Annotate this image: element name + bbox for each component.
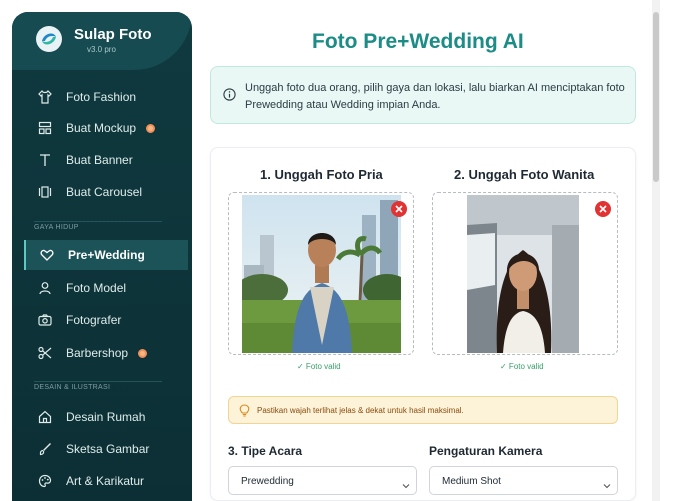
sidebar-item-label: Barbershop bbox=[66, 346, 129, 360]
close-icon bbox=[599, 205, 607, 213]
sidebar-item-fotografer[interactable]: Fotografer bbox=[24, 305, 188, 335]
sidebar-item-art-karikatur[interactable]: Art & Karikatur bbox=[24, 466, 188, 496]
chevron-down-icon bbox=[402, 477, 410, 495]
event-type-value: Prewedding bbox=[241, 476, 294, 487]
camera-settings-value: Medium Shot bbox=[442, 476, 501, 487]
sidebar-item-label: Buat Mockup bbox=[66, 121, 137, 135]
sidebar-item-pre-wedding[interactable]: Pre+Wedding bbox=[24, 240, 188, 270]
heart-icon bbox=[34, 248, 60, 262]
person-icon bbox=[32, 281, 58, 295]
camera-settings-label: Pengaturan Kamera bbox=[429, 444, 543, 458]
app-window: Sulap Foto v3.0 pro Foto Fashion Buat Mo… bbox=[0, 0, 673, 501]
male-photo-valid-status: ✓ Foto valid bbox=[297, 362, 341, 371]
chevron-down-icon bbox=[603, 477, 611, 495]
palette-icon bbox=[32, 474, 58, 488]
female-photo-preview bbox=[467, 195, 579, 353]
house-icon bbox=[32, 410, 58, 424]
camera-icon bbox=[32, 313, 58, 327]
shirt-icon bbox=[32, 90, 58, 104]
tip-banner: Pastikan wajah terlihat jelas & dekat un… bbox=[228, 396, 618, 424]
camera-settings-select[interactable]: Medium Shot bbox=[429, 466, 618, 495]
divider bbox=[34, 381, 162, 382]
sidebar-item-foto-model[interactable]: Foto Model bbox=[24, 273, 188, 303]
sidebar-item-barbershop[interactable]: Barbershop bbox=[24, 338, 188, 368]
sidebar-item-buat-mockup[interactable]: Buat Mockup bbox=[24, 113, 188, 143]
sidebar: Sulap Foto v3.0 pro Foto Fashion Buat Mo… bbox=[12, 12, 192, 501]
event-type-select[interactable]: Prewedding bbox=[228, 466, 417, 495]
page-title: Foto Pre+Wedding AI bbox=[312, 30, 524, 53]
info-banner: Unggah foto dua orang, pilih gaya dan lo… bbox=[210, 66, 636, 124]
remove-male-photo-button[interactable] bbox=[391, 201, 407, 217]
mockup-icon bbox=[32, 121, 58, 135]
scissors-icon bbox=[32, 346, 58, 360]
new-badge bbox=[138, 348, 148, 358]
section-label-gaya-hidup: GAYA HIDUP bbox=[34, 224, 79, 231]
app-logo-icon bbox=[36, 26, 62, 52]
sidebar-item-label: Desain Rumah bbox=[66, 410, 146, 424]
section-label-desain: DESAIN & ILUSTRASI bbox=[34, 384, 111, 391]
app-version: v3.0 pro bbox=[87, 45, 116, 54]
brush-icon bbox=[32, 442, 58, 456]
info-icon bbox=[223, 88, 236, 106]
upload-female-title: 2. Unggah Foto Wanita bbox=[454, 167, 595, 182]
female-photo-valid-status: ✓ Foto valid bbox=[500, 362, 544, 371]
female-photo-dropzone[interactable] bbox=[432, 192, 618, 355]
sidebar-item-label: Art & Karikatur bbox=[66, 474, 145, 488]
brand-header: Sulap Foto v3.0 pro bbox=[12, 12, 192, 70]
remove-female-photo-button[interactable] bbox=[595, 201, 611, 217]
close-icon bbox=[395, 205, 403, 213]
sidebar-item-label: Foto Fashion bbox=[66, 90, 137, 104]
sidebar-item-label: Foto Model bbox=[66, 281, 127, 295]
sidebar-item-desain-rumah[interactable]: Desain Rumah bbox=[24, 402, 188, 432]
sidebar-item-label: Fotografer bbox=[66, 313, 122, 327]
app-name: Sulap Foto bbox=[74, 26, 152, 43]
event-type-label: 3. Tipe Acara bbox=[228, 444, 303, 458]
text-icon bbox=[32, 153, 58, 167]
upload-male-title: 1. Unggah Foto Pria bbox=[260, 167, 383, 182]
sidebar-item-sketsa-gambar[interactable]: Sketsa Gambar bbox=[24, 434, 188, 464]
divider bbox=[34, 221, 162, 222]
new-badge bbox=[146, 123, 156, 133]
scrollbar-thumb[interactable] bbox=[653, 12, 659, 182]
male-photo-preview bbox=[242, 195, 401, 353]
sidebar-item-buat-carousel[interactable]: Buat Carousel bbox=[24, 177, 188, 207]
lightbulb-icon bbox=[239, 404, 250, 422]
sidebar-item-foto-fashion[interactable]: Foto Fashion bbox=[24, 82, 188, 112]
sidebar-item-label: Pre+Wedding bbox=[68, 248, 145, 262]
info-text: Unggah foto dua orang, pilih gaya dan lo… bbox=[245, 82, 625, 111]
male-photo-dropzone[interactable] bbox=[228, 192, 414, 355]
sidebar-item-buat-banner[interactable]: Buat Banner bbox=[24, 145, 188, 175]
carousel-icon bbox=[32, 185, 58, 199]
sidebar-item-label: Buat Banner bbox=[66, 153, 133, 167]
sidebar-item-label: Sketsa Gambar bbox=[66, 442, 150, 456]
sidebar-item-label: Buat Carousel bbox=[66, 185, 143, 199]
tip-text: Pastikan wajah terlihat jelas & dekat un… bbox=[257, 406, 464, 415]
